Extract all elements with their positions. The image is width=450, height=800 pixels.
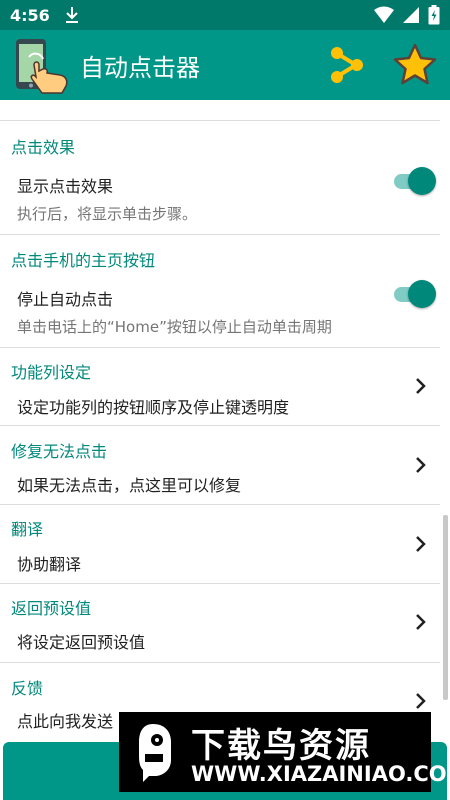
divider [0, 120, 440, 121]
fix-click-title: 如果无法点击，点这里可以修复 [17, 476, 242, 495]
show-click-effect-title: 显示点击效果 [17, 177, 114, 196]
status-bar: 4:56 [0, 0, 450, 30]
chevron-right-icon [416, 536, 426, 552]
category-feedback: 反馈 [11, 679, 44, 698]
bird-logo-icon [139, 724, 171, 782]
category-click-effect: 点击效果 [11, 138, 76, 157]
divider [0, 234, 440, 235]
wifi-icon [374, 6, 394, 23]
show-click-effect-toggle[interactable] [392, 166, 438, 196]
signal-icon [403, 7, 419, 23]
watermark-banner: 下载鸟资源 WWW.XIAZAINIAO.COM [119, 712, 450, 792]
download-icon [65, 7, 78, 23]
chevron-right-icon [416, 693, 426, 709]
chevron-right-icon [416, 378, 426, 394]
share-icon[interactable] [330, 46, 364, 84]
stop-auto-click-toggle[interactable] [392, 279, 438, 309]
show-click-effect-summary: 执行后，将显示单击步骤。 [17, 205, 198, 223]
app-title: 自动点击器 [80, 53, 200, 82]
category-toolbar-settings: 功能列设定 [11, 363, 92, 382]
hand-phone-app-icon [16, 39, 68, 94]
star-icon[interactable] [392, 42, 438, 88]
status-time: 4:56 [10, 5, 50, 25]
feedback-title: 点此向我发送 [17, 712, 114, 731]
battery-icon [428, 5, 440, 25]
category-reset-defaults: 返回预设值 [11, 599, 92, 618]
toolbar-settings-title: 设定功能列的按钮顺序及停止键透明度 [17, 398, 290, 417]
scrollbar[interactable] [443, 515, 448, 700]
watermark-url: WWW.XIAZAINIAO.COM [191, 762, 450, 786]
stop-auto-click-summary: 单击电话上的“Home”按钮以停止自动单击周期 [17, 318, 332, 336]
chevron-right-icon [416, 614, 426, 630]
app-bar: 自动点击器 [0, 30, 450, 100]
category-translate: 翻译 [11, 520, 44, 539]
category-fix-click: 修复无法点击 [11, 442, 108, 461]
category-home-button: 点击手机的主页按钮 [11, 251, 156, 270]
toggle-thumb [408, 167, 436, 195]
reset-defaults-title: 将设定返回预设值 [17, 633, 146, 652]
translate-title: 协助翻译 [17, 555, 82, 574]
stop-auto-click-title: 停止自动点击 [17, 290, 114, 309]
watermark-text: 下载鸟资源 [191, 726, 371, 766]
toggle-thumb [408, 280, 436, 308]
chevron-right-icon [416, 457, 426, 473]
